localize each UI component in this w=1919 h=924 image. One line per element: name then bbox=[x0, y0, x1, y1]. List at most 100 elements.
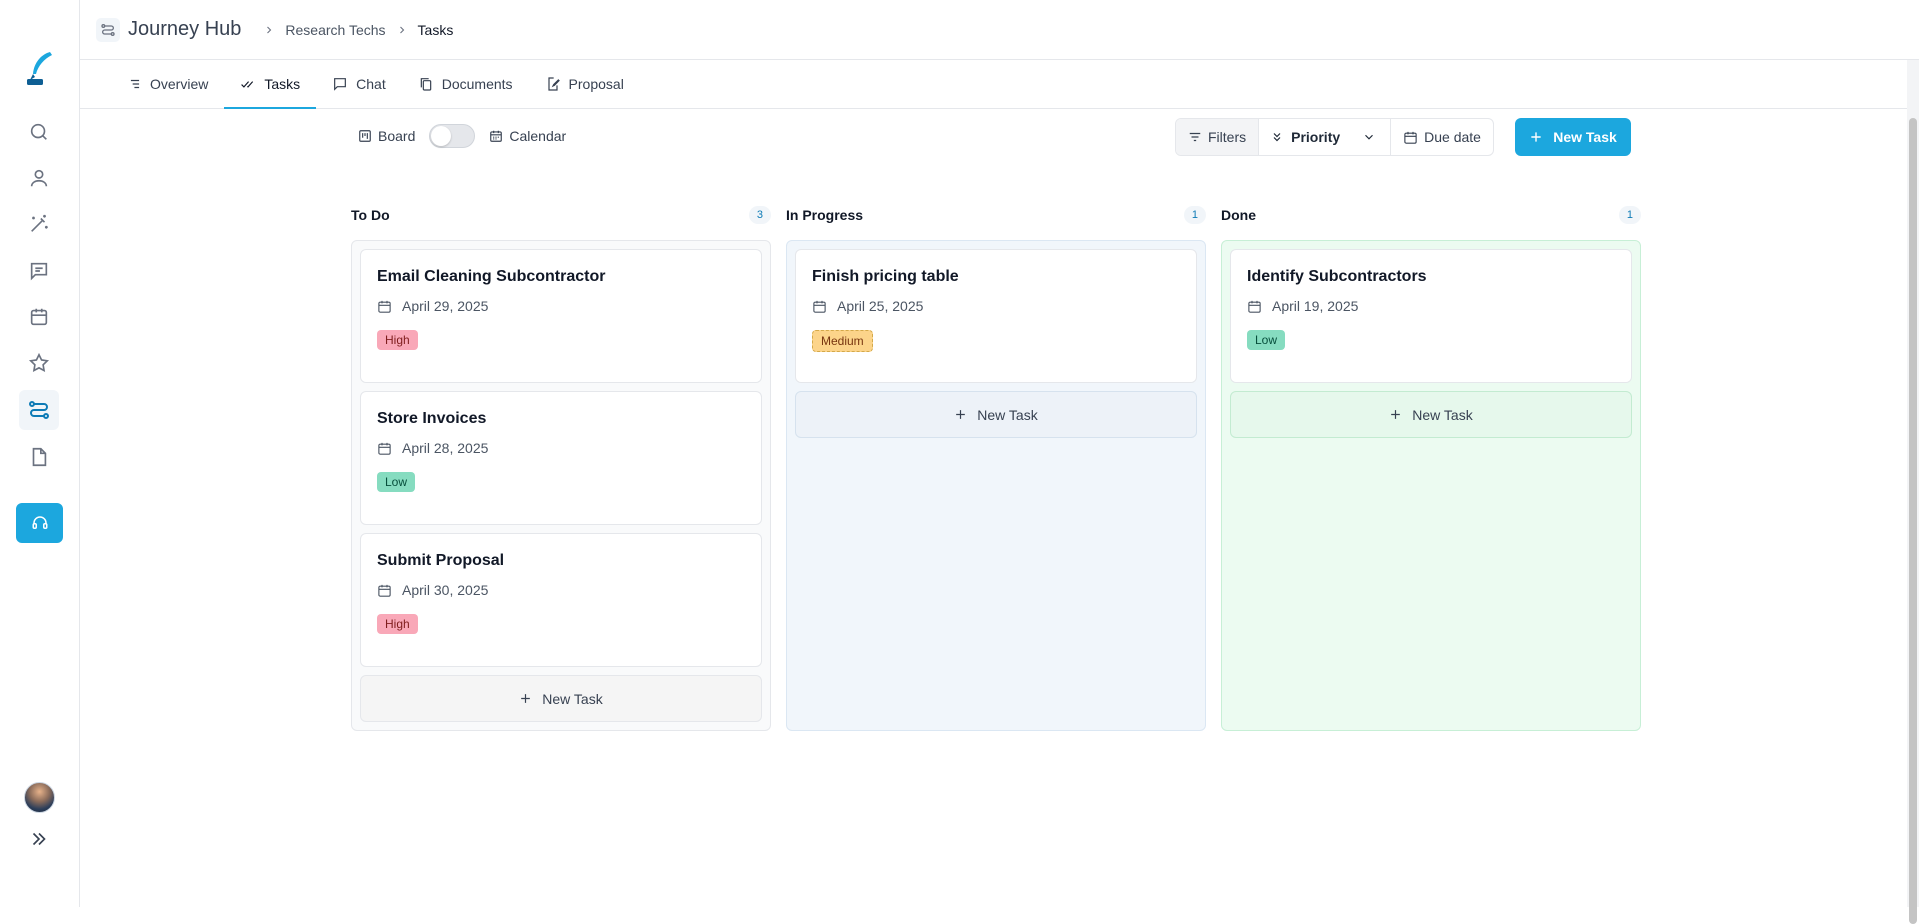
tab-label: Documents bbox=[441, 76, 513, 92]
calendar-icon bbox=[489, 129, 503, 143]
column-title: To Do bbox=[351, 207, 390, 223]
user-icon[interactable] bbox=[23, 162, 55, 194]
journey-icon[interactable] bbox=[19, 390, 59, 430]
filter-bar: Filters Priority Due date bbox=[1175, 118, 1494, 156]
priority-label: Priority bbox=[1291, 129, 1341, 145]
task-title: Store Invoices bbox=[377, 410, 487, 427]
calendar-icon bbox=[377, 299, 392, 314]
column-title: Done bbox=[1221, 207, 1256, 223]
board-label: Board bbox=[378, 128, 416, 144]
add-task-label: New Task bbox=[977, 406, 1038, 423]
task-date-text: April 19, 2025 bbox=[1272, 298, 1359, 314]
column-header-done: Done 1 bbox=[1221, 206, 1641, 224]
task-card[interactable]: Identify Subcontractors April 19, 2025 L… bbox=[1230, 249, 1632, 383]
tab-overview[interactable]: Overview bbox=[112, 60, 224, 108]
document-icon[interactable] bbox=[23, 441, 55, 473]
filters-label: Filters bbox=[1208, 129, 1247, 145]
scrollbar-thumb[interactable] bbox=[1909, 118, 1917, 924]
calendar-view-option[interactable]: Calendar bbox=[489, 128, 566, 144]
new-task-label: New Task bbox=[1553, 129, 1617, 145]
task-date-text: April 25, 2025 bbox=[837, 298, 924, 314]
journey-hub-icon bbox=[96, 17, 120, 42]
tab-documents[interactable]: Documents bbox=[402, 60, 529, 108]
due-date-label: Due date bbox=[1424, 129, 1481, 145]
add-task-button[interactable]: New Task bbox=[360, 675, 762, 722]
column-header-in-progress: In Progress 1 bbox=[786, 206, 1206, 224]
chevron-down-icon bbox=[1362, 130, 1376, 144]
double-check-icon bbox=[240, 77, 256, 91]
view-toggle: Board Calendar bbox=[358, 124, 566, 148]
task-card[interactable]: Submit Proposal April 30, 2025 High bbox=[360, 533, 762, 667]
tab-proposal[interactable]: Proposal bbox=[529, 60, 640, 108]
add-task-button[interactable]: New Task bbox=[795, 391, 1197, 438]
task-date: April 28, 2025 bbox=[377, 440, 745, 456]
plus-icon bbox=[519, 692, 532, 705]
search-icon[interactable] bbox=[23, 116, 55, 148]
chevron-right-icon bbox=[263, 24, 275, 36]
quill-logo-icon[interactable] bbox=[24, 50, 54, 86]
filters-button[interactable]: Filters bbox=[1176, 119, 1260, 155]
list-icon bbox=[128, 77, 142, 91]
expand-sidebar-icon[interactable] bbox=[28, 828, 50, 850]
edit-document-icon bbox=[545, 76, 561, 92]
task-card[interactable]: Store Invoices April 28, 2025 Low bbox=[360, 391, 762, 525]
task-date: April 30, 2025 bbox=[377, 582, 745, 598]
calendar-icon[interactable] bbox=[23, 301, 55, 333]
task-date: April 29, 2025 bbox=[377, 298, 745, 314]
tab-label: Overview bbox=[150, 76, 209, 92]
tab-label: Tasks bbox=[264, 76, 301, 92]
task-title: Email Cleaning Subcontractor bbox=[377, 268, 606, 285]
priority-badge: Medium bbox=[812, 330, 873, 352]
task-title: Submit Proposal bbox=[377, 552, 505, 569]
board-icon bbox=[358, 129, 372, 143]
column-done: Identify Subcontractors April 19, 2025 L… bbox=[1221, 240, 1641, 731]
column-header-todo: To Do 3 bbox=[351, 206, 771, 224]
calendar-icon bbox=[377, 583, 392, 598]
support-headset-button[interactable] bbox=[16, 503, 63, 543]
double-chevron-down-icon bbox=[1271, 131, 1283, 143]
calendar-icon bbox=[1247, 299, 1262, 314]
top-header: Journey Hub Research Techs Tasks bbox=[80, 0, 1919, 60]
magic-wand-icon[interactable] bbox=[23, 208, 55, 240]
add-task-label: New Task bbox=[542, 690, 603, 707]
plus-icon bbox=[1389, 408, 1402, 421]
add-task-button[interactable]: New Task bbox=[1230, 391, 1632, 438]
column-count-badge: 1 bbox=[1618, 206, 1641, 224]
column-in-progress: Finish pricing table April 25, 2025 Medi… bbox=[786, 240, 1206, 731]
task-card[interactable]: Email Cleaning Subcontractor April 29, 2… bbox=[360, 249, 762, 383]
due-date-button[interactable]: Due date bbox=[1391, 119, 1493, 155]
avatar[interactable] bbox=[24, 782, 55, 813]
star-icon[interactable] bbox=[23, 347, 55, 379]
tab-tasks[interactable]: Tasks bbox=[224, 60, 316, 109]
column-count-badge: 3 bbox=[748, 206, 771, 224]
message-icon[interactable] bbox=[23, 255, 55, 287]
board-view-option[interactable]: Board bbox=[358, 128, 415, 144]
task-title: Finish pricing table bbox=[812, 268, 959, 285]
task-card[interactable]: Finish pricing table April 25, 2025 Medi… bbox=[795, 249, 1197, 383]
task-date: April 19, 2025 bbox=[1247, 298, 1615, 314]
column-todo: Email Cleaning Subcontractor April 29, 2… bbox=[351, 240, 771, 731]
filter-icon bbox=[1188, 130, 1202, 144]
new-task-button[interactable]: New Task bbox=[1515, 118, 1631, 156]
scrollbar[interactable] bbox=[1907, 60, 1919, 924]
chevron-right-icon bbox=[396, 24, 408, 36]
switch-knob bbox=[431, 126, 452, 146]
column-count-badge: 1 bbox=[1183, 206, 1206, 224]
tab-label: Proposal bbox=[568, 76, 624, 92]
tab-chat[interactable]: Chat bbox=[316, 60, 402, 108]
add-task-label: New Task bbox=[1412, 406, 1473, 423]
priority-dropdown[interactable]: Priority bbox=[1259, 119, 1392, 155]
copy-icon bbox=[418, 76, 434, 92]
column-title: In Progress bbox=[786, 207, 864, 223]
breadcrumb-research-techs[interactable]: Research Techs bbox=[285, 22, 385, 38]
task-date-text: April 29, 2025 bbox=[402, 298, 489, 314]
calendar-icon bbox=[377, 441, 392, 456]
page-title[interactable]: Journey Hub bbox=[128, 18, 241, 41]
breadcrumb-tasks: Tasks bbox=[417, 21, 454, 38]
calendar-label: Calendar bbox=[509, 128, 567, 144]
board-calendar-switch[interactable] bbox=[429, 124, 476, 148]
calendar-icon bbox=[812, 299, 827, 314]
priority-badge: High bbox=[377, 330, 418, 350]
task-date: April 25, 2025 bbox=[812, 298, 1180, 314]
plus-icon bbox=[1529, 130, 1543, 144]
